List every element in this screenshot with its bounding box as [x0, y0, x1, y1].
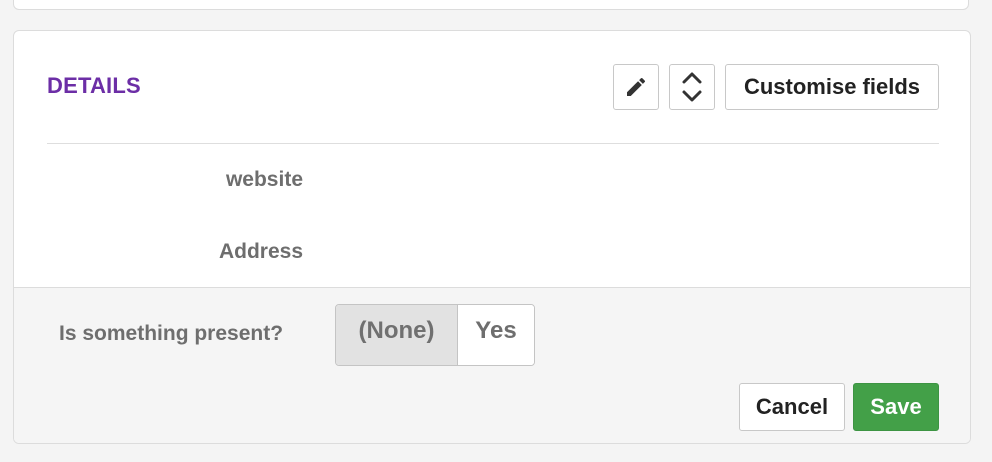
previous-card [13, 0, 969, 10]
pencil-icon [627, 77, 646, 96]
reorder-button[interactable] [669, 64, 715, 110]
option-yes[interactable]: Yes [458, 305, 534, 365]
details-title: DETAILS [47, 73, 141, 98]
field-label-website: website [225, 168, 303, 191]
field-label-address: Address [218, 240, 303, 263]
details-card: DETAILS Customise fields website Address… [13, 30, 971, 444]
question-label: Is something present? [59, 322, 284, 345]
option-none[interactable]: (None) [336, 305, 458, 365]
save-button[interactable]: Save [853, 383, 939, 431]
chevron-up-down-icon [682, 72, 702, 102]
customise-fields-button[interactable]: Customise fields [725, 64, 939, 110]
inline-edit-panel: Is something present? (None) Yes Cancel … [14, 287, 970, 443]
edit-button[interactable] [613, 64, 659, 110]
answer-toggle: (None) Yes [335, 304, 535, 366]
cancel-button[interactable]: Cancel [739, 383, 845, 431]
divider [47, 143, 939, 144]
